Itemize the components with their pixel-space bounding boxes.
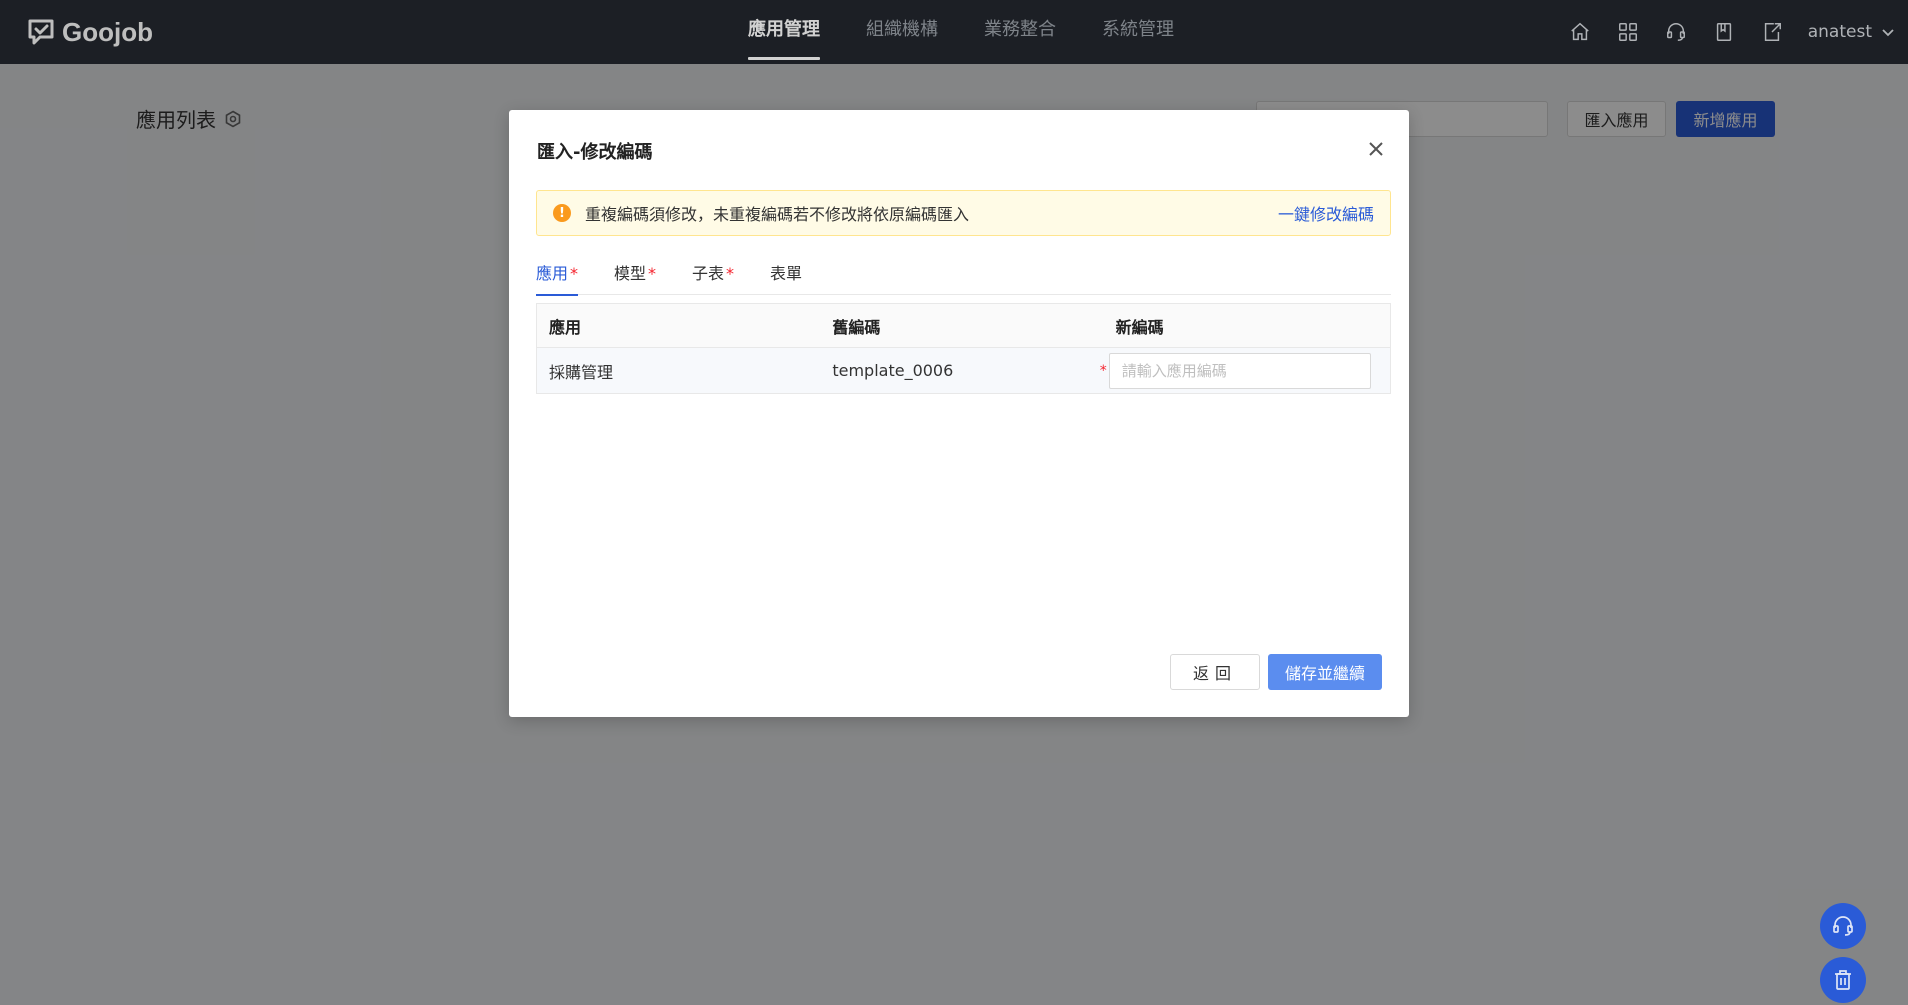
nav-item-business-integration[interactable]: 業務整合: [984, 0, 1056, 64]
one-click-modify-link[interactable]: 一鍵修改編碼: [1278, 201, 1374, 225]
tab-app[interactable]: 應用 *: [536, 250, 579, 296]
main-nav: 應用管理 組織機構 業務整合 系統管理: [748, 0, 1174, 64]
code-table: 應用 舊編碼 新編碼 採購管理 template_0006 *: [536, 303, 1391, 394]
header-old-code: 舊編碼: [832, 317, 881, 337]
required-mark: *: [1099, 362, 1107, 379]
apps-grid-icon[interactable]: [1616, 20, 1640, 44]
save-and-continue-button[interactable]: 儲存並繼續: [1268, 654, 1382, 690]
floating-support-button[interactable]: [1820, 903, 1866, 949]
tabs: 應用 * 模型 * 子表 * 表單: [536, 250, 1391, 296]
required-mark: *: [570, 264, 579, 283]
nav-item-organization[interactable]: 組織機構: [866, 0, 938, 64]
new-code-cell: *: [1100, 348, 1390, 393]
user-menu[interactable]: anatest: [1808, 22, 1896, 42]
modal-title: 匯入-修改編碼: [537, 142, 653, 163]
required-mark: *: [726, 264, 735, 283]
tab-label: 應用: [536, 264, 569, 283]
tab-label: 模型: [614, 264, 647, 283]
warning-icon: !: [553, 204, 571, 222]
tab-model[interactable]: 模型 *: [614, 250, 656, 295]
support-icon[interactable]: [1664, 20, 1688, 44]
tab-subtable[interactable]: 子表 *: [692, 250, 734, 295]
headset-icon: [1833, 916, 1853, 936]
new-code-input[interactable]: [1108, 352, 1371, 389]
floating-trash-button[interactable]: [1820, 957, 1866, 1003]
import-modify-code-modal: 匯入-修改編碼 ! 重複編碼須修改，未重複編碼若不修改將依原編碼匯入 一鍵修改編…: [509, 110, 1409, 717]
old-code-cell: template_0006: [832, 361, 954, 380]
header-new-code: 新編碼: [1115, 317, 1164, 337]
home-icon[interactable]: [1568, 20, 1592, 44]
table-row: 採購管理 template_0006 *: [537, 348, 1390, 393]
close-icon: [1369, 142, 1383, 156]
app-name-cell: 採購管理: [549, 362, 614, 382]
book-icon[interactable]: [1712, 20, 1736, 44]
required-mark: *: [648, 264, 657, 283]
logo-icon: [28, 19, 54, 45]
warning-alert: ! 重複編碼須修改，未重複編碼若不修改將依原編碼匯入 一鍵修改編碼: [536, 190, 1391, 236]
username: anatest: [1807, 22, 1872, 42]
nav-item-app-management[interactable]: 應用管理: [748, 0, 820, 64]
back-button[interactable]: 返回: [1170, 654, 1260, 690]
top-icon-bar: anatest: [1568, 0, 1896, 64]
tab-label: 表單: [770, 264, 803, 283]
header-app: 應用: [549, 317, 582, 337]
tab-form[interactable]: 表單: [770, 250, 802, 295]
nav-item-system-management[interactable]: 系統管理: [1102, 0, 1174, 64]
top-navigation-bar: Goojob 應用管理 組織機構 業務整合 系統管理 anatest: [0, 0, 1908, 64]
chevron-down-icon: [1882, 29, 1894, 37]
tab-label: 子表: [692, 264, 725, 283]
logo-text: Goojob: [62, 16, 153, 47]
close-button[interactable]: [1365, 138, 1387, 160]
logo[interactable]: Goojob: [26, 16, 153, 48]
table-header: 應用 舊編碼 新編碼: [537, 304, 1390, 348]
trash-icon: [1835, 970, 1851, 990]
alert-text: 重複編碼須修改，未重複編碼若不修改將依原編碼匯入: [585, 205, 970, 224]
export-icon[interactable]: [1760, 20, 1784, 44]
